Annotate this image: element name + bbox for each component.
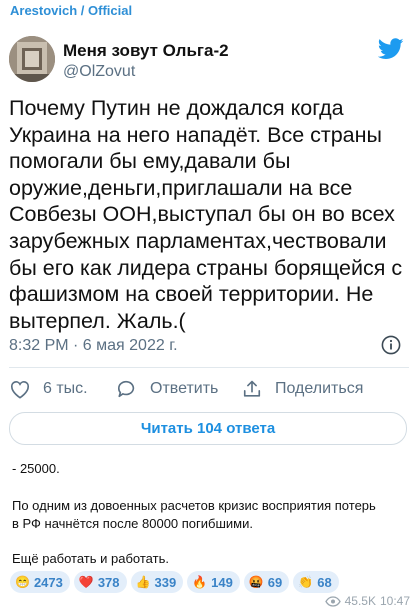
thumbs-up-emoji-icon: 👍	[135, 575, 151, 589]
divider	[9, 367, 409, 368]
tweet-actions: 6 тыс. Ответить Поделиться	[9, 374, 409, 404]
info-icon[interactable]	[381, 335, 401, 355]
reaction-button[interactable]: ❤️ 378	[73, 571, 127, 593]
tweet-text-line: Украина на него нападёт. Все страны	[9, 122, 382, 147]
message-footer: 45.5K 10:47	[324, 594, 410, 608]
eye-icon	[324, 595, 341, 607]
reaction-button[interactable]: 🔥 149	[187, 571, 240, 593]
author-name[interactable]: Меня зовут Ольга-2	[63, 41, 229, 61]
fire-emoji-icon: 🔥	[192, 575, 208, 589]
reaction-count: 2473	[33, 574, 63, 590]
tweet-text-line: бы его как лидера страны борящейся с	[9, 255, 403, 280]
tweet-text-line: Почему Путин не дождался когда	[9, 96, 344, 120]
message-time: 10:47	[379, 594, 410, 608]
tweet-card: Меня зовут Ольга-2 @OlZovut Почему Путин…	[0, 22, 418, 460]
like-count: 6 тыс.	[43, 380, 88, 397]
reaction-count: 68	[317, 574, 332, 590]
reaction-button[interactable]: 🤬 69	[243, 571, 290, 593]
reactions-bar: 😁 2473 ❤️ 378 👍 339 🔥 149 🤬 69 👏 68	[10, 571, 339, 593]
heart-emoji-icon: ❤️	[78, 575, 94, 589]
tweet-text-line: вытерпел. Жаль.(	[9, 308, 186, 333]
tweet-text-line: фашизмом на своей территории. Не	[9, 282, 374, 307]
tweet-timestamp[interactable]: 8:32 PM · 6 мая 2022 г.	[9, 337, 178, 355]
share-button[interactable]: Поделиться	[241, 374, 363, 404]
grin-emoji-icon: 😁	[15, 575, 30, 589]
clap-emoji-icon: 👏	[298, 575, 314, 589]
tweet-text-line: Совбезы ООН,выступал бы он во всех	[9, 202, 395, 227]
like-button[interactable]: 6 тыс.	[9, 374, 88, 404]
view-count: 45.5K	[344, 594, 376, 608]
angry-emoji-icon: 🤬	[248, 575, 264, 589]
reply-icon	[118, 380, 135, 398]
message-text: По одним из довоенных расчетов кризис во…	[12, 498, 376, 513]
tweet-text: Почему Путин не дождался когда Украина н…	[9, 95, 409, 334]
message-text: - 25000.	[12, 461, 60, 476]
message-text: в РФ начнётся после 80000 погибшими.	[12, 516, 253, 531]
tweet-text-line: оружие,деньги,приглашали на все	[9, 175, 353, 200]
read-replies-button[interactable]: Читать 104 ответа	[9, 412, 407, 445]
reaction-count: 149	[211, 574, 233, 590]
reaction-count: 378	[97, 574, 120, 590]
avatar[interactable]	[9, 36, 55, 82]
reaction-button[interactable]: 😁 2473	[10, 571, 70, 593]
reaction-button[interactable]: 👏 68	[293, 571, 339, 593]
reaction-count: 69	[267, 574, 283, 590]
heart-icon	[11, 381, 29, 399]
message-text: Ещё работать и работать.	[12, 551, 169, 566]
share-label: Поделиться	[275, 380, 364, 397]
tweet-text-line: помогали бы ему,давали бы	[9, 149, 291, 174]
tweet-text-line: зарубежных парламентах,чествовали	[9, 228, 387, 253]
reply-label: Ответить	[150, 380, 219, 397]
channel-title[interactable]: Arestovich / Official	[10, 3, 132, 18]
author-handle[interactable]: @OlZovut	[63, 63, 135, 81]
reaction-count: 339	[154, 574, 177, 590]
twitter-bird-icon	[378, 38, 404, 59]
reaction-button[interactable]: 👍 339	[130, 571, 184, 593]
share-icon	[243, 380, 261, 397]
reply-button[interactable]: Ответить	[116, 374, 218, 404]
